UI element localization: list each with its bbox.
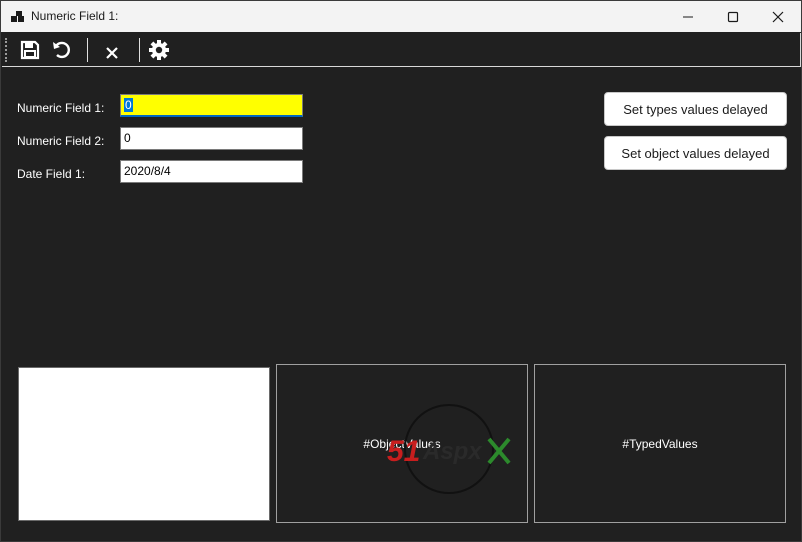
save-button[interactable]	[18, 38, 42, 62]
date-field-1-value: 2020/8/4	[124, 164, 171, 178]
toolbar-separator	[139, 38, 140, 62]
numeric-field-1-label: Numeric Field 1:	[17, 101, 105, 115]
watermark-brand-b: Aspx	[422, 438, 483, 465]
toolbar-grip[interactable]	[5, 38, 8, 62]
save-icon	[20, 40, 40, 60]
close-button[interactable]	[755, 1, 801, 32]
delete-icon	[106, 47, 118, 59]
numeric-field-1-value: 0	[124, 98, 133, 112]
typed-values-panel: #TypedValues	[534, 364, 786, 523]
minimize-icon	[683, 16, 693, 17]
undo-icon	[53, 41, 70, 59]
app-icon	[11, 11, 24, 22]
minimize-button[interactable]	[665, 1, 711, 32]
blank-panel	[18, 367, 270, 521]
numeric-field-2-value: 0	[124, 131, 131, 145]
watermark-logo: 51 Aspx	[387, 404, 511, 494]
watermark-brand-a: 51	[387, 435, 420, 468]
settings-button[interactable]	[147, 38, 171, 62]
set-types-values-button[interactable]: Set types values delayed	[604, 92, 787, 126]
title-bar[interactable]: Numeric Field 1:	[1, 1, 801, 32]
main-window: Numeric Field 1: Numeric Field 1: 0 Nume…	[0, 0, 802, 542]
window-title: Numeric Field 1:	[31, 9, 119, 23]
settings-icon	[149, 40, 169, 60]
set-object-values-button[interactable]: Set object values delayed	[604, 136, 787, 170]
numeric-field-2-input[interactable]: 0	[120, 127, 303, 150]
toolbar	[2, 33, 801, 67]
undo-button[interactable]	[49, 38, 73, 62]
toolbar-separator	[87, 38, 88, 62]
date-field-1-input[interactable]: 2020/8/4	[120, 160, 303, 183]
typed-values-label: #TypedValues	[622, 436, 698, 451]
delete-button[interactable]	[100, 38, 124, 62]
numeric-field-1-input[interactable]: 0	[120, 94, 303, 117]
maximize-icon	[727, 11, 739, 22]
date-field-1-label: Date Field 1:	[17, 167, 86, 181]
maximize-button[interactable]	[710, 1, 756, 32]
close-icon	[772, 11, 784, 22]
numeric-field-2-label: Numeric Field 2:	[17, 134, 105, 148]
